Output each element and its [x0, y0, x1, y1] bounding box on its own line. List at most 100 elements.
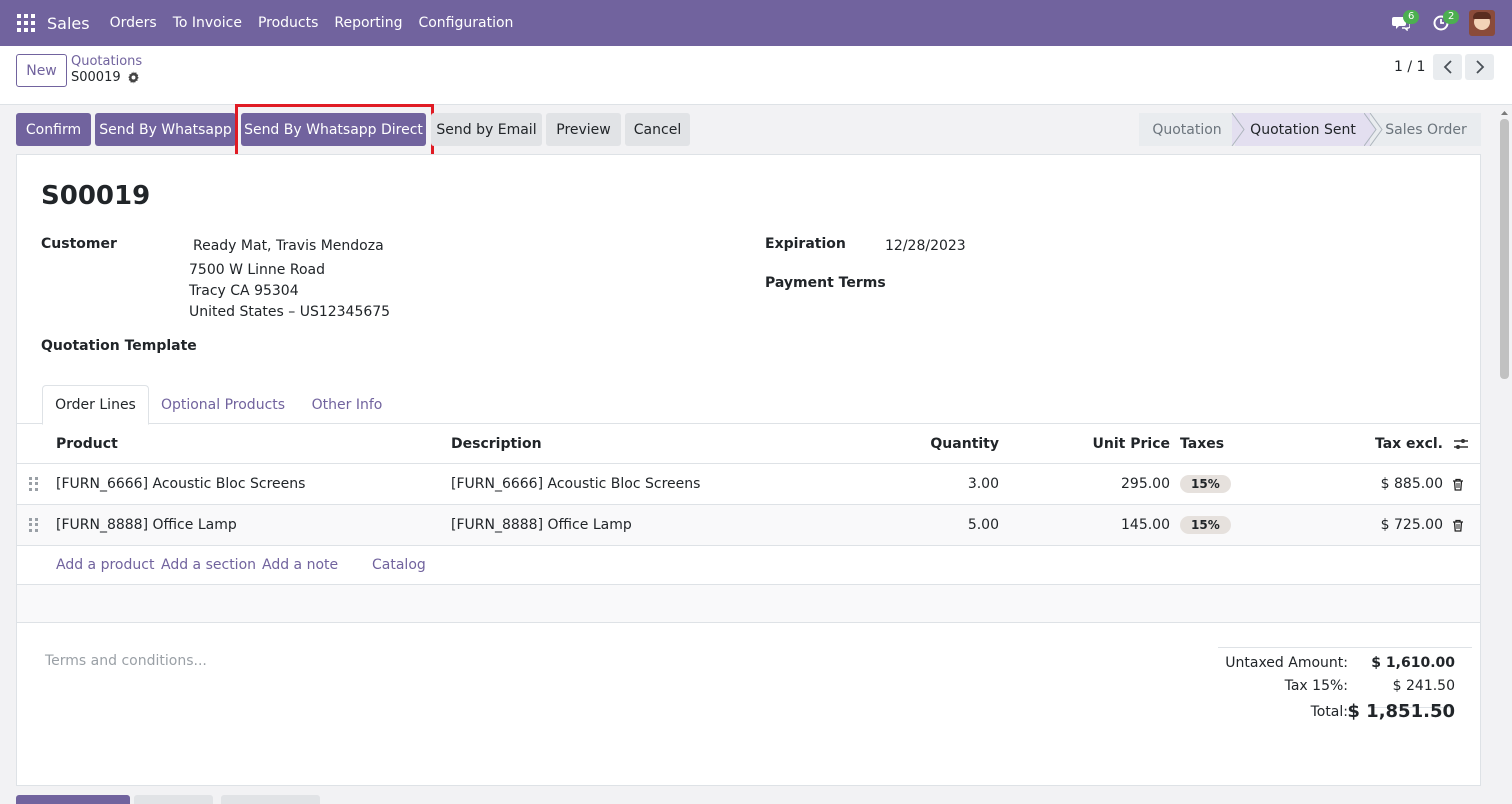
quotation-template-label: Quotation Template [41, 338, 197, 354]
menu-reporting[interactable]: Reporting [326, 15, 410, 31]
delete-row-button[interactable] [1452, 505, 1464, 545]
customer-label: Customer [41, 236, 117, 252]
breadcrumb-quotations[interactable]: Quotations [71, 54, 142, 69]
tax-label: Tax 15%: [1284, 678, 1348, 694]
column-tax-excl[interactable]: Tax excl. [1277, 424, 1443, 464]
delete-row-button[interactable] [1452, 464, 1464, 504]
pager-previous-button[interactable] [1433, 54, 1462, 80]
drag-handle-icon[interactable] [29, 477, 39, 491]
bottom-button[interactable] [221, 795, 320, 804]
payment-terms-field[interactable] [885, 275, 1285, 295]
send-whatsapp-button[interactable]: Send By Whatsapp [95, 113, 236, 146]
table-header: Product Description Quantity Unit Price … [17, 424, 1480, 464]
row-quantity[interactable]: 3.00 [817, 464, 999, 504]
add-product-link[interactable]: Add a product [56, 545, 154, 585]
row-product[interactable]: [FURN_6666] Acoustic Bloc Screens [56, 464, 305, 504]
expiration-field[interactable]: 12/28/2023 [885, 238, 966, 254]
column-product[interactable]: Product [56, 424, 118, 464]
row-quantity[interactable]: 5.00 [817, 505, 999, 545]
optional-columns-toggle[interactable] [1453, 424, 1469, 464]
breadcrumb-current: S00019 [71, 70, 140, 85]
total-value: $ 1,851.50 [1347, 701, 1455, 722]
bottom-button[interactable] [134, 795, 213, 804]
preview-button[interactable]: Preview [546, 113, 621, 146]
messages-badge: 6 [1403, 10, 1420, 24]
apps-menu-icon[interactable] [17, 14, 35, 32]
table-row[interactable]: [FURN_8888] Office Lamp [FURN_8888] Offi… [17, 505, 1480, 546]
tax-badge[interactable]: 15% [1180, 475, 1231, 493]
bottom-button[interactable] [16, 795, 130, 804]
tax-value: $ 241.50 [1392, 678, 1455, 694]
drag-handle-icon[interactable] [29, 518, 39, 532]
empty-row [17, 585, 1480, 623]
messages-button[interactable]: 6 [1381, 0, 1421, 46]
stage-quotation[interactable]: Quotation [1139, 113, 1235, 146]
row-unit-price[interactable]: 295.00 [1017, 464, 1170, 504]
column-taxes[interactable]: Taxes [1180, 424, 1224, 464]
address-line3: United States – US12345675 [189, 304, 391, 320]
expiration-label: Expiration [765, 236, 846, 252]
row-subtotal: $ 885.00 [1380, 476, 1443, 492]
sliders-icon [1454, 439, 1468, 449]
pager-value[interactable]: 1 / 1 [1394, 59, 1425, 75]
gear-icon[interactable] [127, 71, 140, 84]
form-sheet: S00019 Customer Ready Mat, Travis Mendoz… [16, 154, 1481, 786]
address-line1: 7500 W Linne Road [189, 262, 326, 278]
stage-separator [1364, 113, 1383, 146]
menu-orders[interactable]: Orders [102, 15, 165, 31]
status-bar: Quotation Quotation Sent Sales Order [1139, 113, 1481, 146]
pager-next-button[interactable] [1465, 54, 1494, 80]
terms-field[interactable]: Terms and conditions... [45, 653, 207, 669]
trash-icon [1453, 519, 1463, 532]
tab-other-info[interactable]: Other Info [301, 385, 393, 424]
stage-sales-order[interactable]: Sales Order [1371, 113, 1481, 146]
top-navbar: Sales Orders To Invoice Products Reporti… [0, 0, 1512, 46]
add-lines-row: Add a product Add a section Add a note C… [17, 545, 1480, 585]
control-panel: New Quotations S00019 1 / 1 [0, 46, 1512, 105]
breadcrumb-current-label: S00019 [71, 70, 121, 85]
add-note-link[interactable]: Add a note [262, 545, 338, 585]
totals-divider [1218, 647, 1472, 648]
untaxed-amount-label: Untaxed Amount: [1225, 655, 1348, 671]
untaxed-amount-value: $ 1,610.00 [1371, 655, 1455, 671]
row-description[interactable]: [FURN_8888] Office Lamp [451, 505, 632, 545]
add-section-link[interactable]: Add a section [161, 545, 256, 585]
row-subtotal: $ 725.00 [1380, 517, 1443, 533]
menu-configuration[interactable]: Configuration [410, 15, 521, 31]
chevron-right-icon [1475, 60, 1484, 74]
column-unit-price[interactable]: Unit Price [1017, 424, 1170, 464]
payment-terms-label: Payment Terms [765, 275, 886, 291]
stage-quotation-sent[interactable]: Quotation Sent [1235, 113, 1371, 146]
record-name: S00019 [41, 181, 151, 211]
menu-products[interactable]: Products [250, 15, 326, 31]
table-row[interactable]: [FURN_6666] Acoustic Bloc Screens [FURN_… [17, 464, 1480, 505]
send-email-button[interactable]: Send by Email [431, 113, 542, 146]
tab-order-lines[interactable]: Order Lines [42, 385, 149, 425]
confirm-button[interactable]: Confirm [16, 113, 91, 146]
catalog-link[interactable]: Catalog [372, 545, 426, 585]
column-description[interactable]: Description [451, 424, 542, 464]
activities-badge: 2 [1443, 10, 1460, 24]
row-description[interactable]: [FURN_6666] Acoustic Bloc Screens [451, 464, 700, 504]
row-unit-price[interactable]: 145.00 [1017, 505, 1170, 545]
address-line2: Tracy CA 95304 [189, 283, 299, 299]
quotation-template-field[interactable] [189, 338, 589, 358]
notebook-tabs: Order Lines Optional Products Other Info [17, 385, 1480, 425]
trash-icon [1453, 478, 1463, 491]
app-name[interactable]: Sales [47, 14, 90, 33]
customer-field[interactable]: Ready Mat, Travis Mendoza [193, 238, 384, 254]
activities-button[interactable]: 2 [1421, 0, 1461, 46]
cancel-button[interactable]: Cancel [625, 113, 690, 146]
highlight-annotation [235, 104, 434, 159]
menu-to-invoice[interactable]: To Invoice [165, 15, 250, 31]
scrollbar-thumb[interactable] [1500, 119, 1509, 379]
user-avatar[interactable] [1469, 10, 1495, 36]
chevron-left-icon [1443, 60, 1452, 74]
tax-badge[interactable]: 15% [1180, 516, 1231, 534]
stage-separator [1231, 113, 1245, 146]
column-quantity[interactable]: Quantity [817, 424, 999, 464]
tab-optional-products[interactable]: Optional Products [153, 385, 293, 424]
new-button[interactable]: New [16, 54, 67, 87]
scroll-up-icon[interactable] [1500, 109, 1509, 117]
row-product[interactable]: [FURN_8888] Office Lamp [56, 505, 237, 545]
